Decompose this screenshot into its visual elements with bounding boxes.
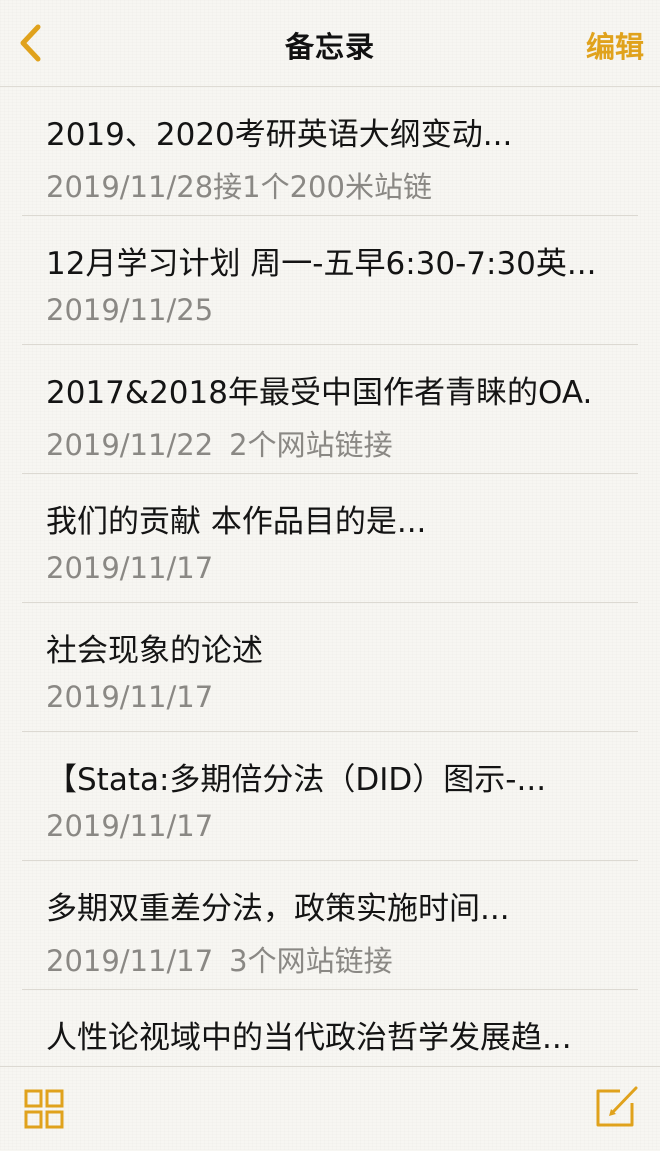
note-link-count: 3个网站链接 — [229, 944, 393, 978]
note-link-count: 2个网站链接 — [229, 428, 393, 462]
note-date: 2019/11/28 — [46, 170, 214, 204]
list-item[interactable]: 【Stata:多期倍分法（DID）图示-... 2019/11/17 — [22, 732, 638, 861]
note-subtitle: 2019/11/17 — [46, 680, 213, 714]
note-subtitle: 2019/11/22 2个网站链接 — [46, 422, 393, 464]
bottom-toolbar — [0, 1066, 660, 1151]
note-date: 2019/11/17 — [46, 809, 214, 843]
note-title: 2017&2018年最受中国作者青睐的OA. — [46, 375, 593, 411]
note-title: 2019、2020考研英语大纲变动... — [46, 117, 513, 153]
list-item[interactable]: 2017&2018年最受中国作者青睐的OA. 2019/11/22 2个网站链接 — [22, 345, 638, 474]
list-item[interactable]: 我们的贡献 本作品目的是... 2019/11/17 — [22, 474, 638, 603]
list-item[interactable]: 社会现象的论述 2019/11/17 — [22, 603, 638, 732]
note-subtitle: 2019/11/17 — [46, 809, 213, 843]
note-title: 【Stata:多期倍分法（DID）图示-... — [46, 762, 547, 798]
list-item[interactable]: 人性论视域中的当代政治哲学发展趋... — [22, 990, 638, 1068]
note-title: 多期双重差分法，政策实施时间... — [46, 891, 510, 927]
compose-icon — [596, 1086, 638, 1127]
note-date: 2019/11/17 — [46, 551, 214, 585]
compose-button[interactable] — [594, 1083, 640, 1129]
note-title: 人性论视域中的当代政治哲学发展趋... — [46, 1020, 572, 1056]
list-item[interactable]: 多期双重差分法，政策实施时间... 2019/11/17 3个网站链接 — [22, 861, 638, 990]
note-title: 12月学习计划 周一-五早6:30-7:30英... — [46, 246, 597, 282]
note-preview: 接1个200米站链 — [213, 170, 432, 204]
edit-button[interactable]: 编辑 — [586, 24, 644, 66]
list-item[interactable]: 2019、2020考研英语大纲变动... 2019/11/28接1个200米站链 — [22, 87, 638, 216]
grid-icon — [24, 1089, 64, 1129]
note-date: 2019/11/17 — [46, 944, 214, 978]
note-subtitle: 2019/11/17 — [46, 551, 213, 585]
note-date: 2019/11/22 — [46, 428, 214, 462]
note-title: 我们的贡献 本作品目的是... — [46, 504, 427, 540]
list-item[interactable]: 12月学习计划 周一-五早6:30-7:30英... 2019/11/25 — [22, 216, 638, 345]
note-date: 2019/11/17 — [46, 680, 214, 714]
navigation-bar: 备忘录 编辑 — [0, 0, 660, 87]
page-title: 备忘录 — [284, 30, 375, 64]
note-subtitle: 2019/11/28接1个200米站链 — [46, 164, 432, 206]
notes-list: 2019、2020考研英语大纲变动... 2019/11/28接1个200米站链… — [0, 87, 660, 1068]
note-subtitle: 2019/11/17 3个网站链接 — [46, 938, 393, 980]
note-date: 2019/11/25 — [46, 293, 214, 327]
note-subtitle: 2019/11/25 — [46, 293, 213, 327]
note-title: 社会现象的论述 — [46, 633, 263, 669]
gallery-view-button[interactable] — [24, 1089, 64, 1129]
